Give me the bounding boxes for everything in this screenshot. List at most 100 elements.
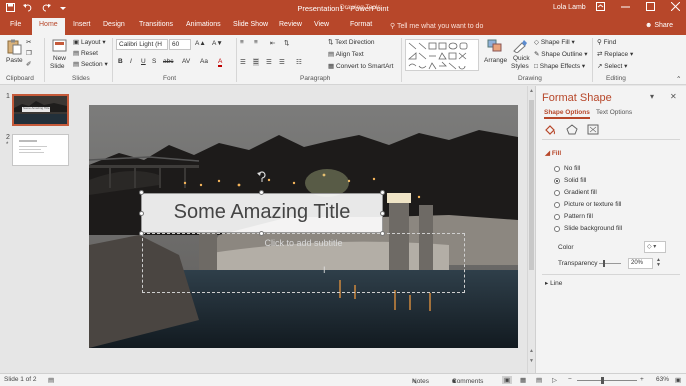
indent-icon[interactable]: ⇤ xyxy=(270,39,275,47)
normal-view-icon[interactable]: ▣ xyxy=(502,376,513,384)
previous-slide-icon[interactable]: ▲ xyxy=(529,348,534,354)
fill-section-toggle[interactable]: ◢ Fill xyxy=(545,149,561,157)
zoom-slider-thumb[interactable] xyxy=(601,377,604,384)
tab-shape-options[interactable]: Shape Options xyxy=(544,109,590,119)
character-spacing-button[interactable]: AV xyxy=(182,58,190,65)
paste-button[interactable]: Paste xyxy=(6,57,23,64)
transparency-slider[interactable] xyxy=(599,263,621,264)
slide-title[interactable]: Some Amazing Title xyxy=(142,201,382,224)
resize-handle[interactable] xyxy=(380,231,385,236)
radio-button[interactable] xyxy=(554,225,560,232)
font-size-box[interactable]: 60 xyxy=(169,39,191,50)
tab-format[interactable]: Format xyxy=(350,21,372,28)
shapes-gallery[interactable] xyxy=(405,39,479,71)
align-center-icon[interactable]: ☰ xyxy=(253,58,259,66)
find-button[interactable]: ⚲ Find xyxy=(597,38,616,46)
fill-option-no-fill[interactable]: No fill xyxy=(554,165,580,172)
paste-icon[interactable] xyxy=(6,39,22,55)
radio-button[interactable] xyxy=(554,213,560,220)
slide-canvas[interactable]: Click to add subtitle Some Amazing Title… xyxy=(89,105,518,348)
replace-button[interactable]: ⇄ Replace ▾ xyxy=(597,50,633,58)
resize-handle[interactable] xyxy=(139,190,144,195)
format-painter-icon[interactable]: ✐ xyxy=(26,60,31,68)
font-color-button[interactable]: A xyxy=(218,58,223,67)
radio-button[interactable] xyxy=(554,177,560,184)
slide-sorter-icon[interactable]: ▦ xyxy=(520,376,526,384)
vertical-scrollbar[interactable]: ▲ ▲ ▼ xyxy=(527,86,535,373)
numbering-icon[interactable]: ≡ xyxy=(254,39,258,46)
slide-thumbnail-1[interactable]: Some Amazing Title xyxy=(12,94,69,126)
new-slide-label-1[interactable]: New xyxy=(53,55,66,62)
pane-options-icon[interactable]: ▾ xyxy=(650,92,654,101)
resize-handle[interactable] xyxy=(259,190,264,195)
section-button[interactable]: ▤ Section ▾ xyxy=(73,60,108,68)
tab-text-options[interactable]: Text Options xyxy=(596,109,632,116)
title-textbox[interactable]: Some Amazing Title xyxy=(141,193,383,233)
columns-icon[interactable]: ☷ xyxy=(296,58,302,66)
subtitle-placeholder[interactable]: Click to add subtitle xyxy=(142,233,465,293)
text-direction-button[interactable]: ⇅ Text Direction xyxy=(328,38,375,46)
zoom-slider[interactable] xyxy=(577,380,637,381)
layout-button[interactable]: ▣ Layout ▾ xyxy=(73,38,106,46)
align-text-button[interactable]: ▤ Align Text xyxy=(328,50,364,58)
tab-home[interactable]: Home xyxy=(32,18,65,35)
arrange-icon[interactable] xyxy=(487,39,503,53)
select-button[interactable]: ↗ Select ▾ xyxy=(597,62,627,70)
spelling-icon[interactable]: ▤ xyxy=(48,376,54,384)
ribbon-display-icon[interactable] xyxy=(596,2,605,13)
radio-button[interactable] xyxy=(554,189,560,196)
resize-handle[interactable] xyxy=(380,211,385,216)
share-button[interactable]: ☻ Share xyxy=(645,22,673,29)
close-icon[interactable] xyxy=(670,1,681,13)
radio-button[interactable] xyxy=(554,201,560,208)
fill-option-slide-background[interactable]: Slide background fill xyxy=(554,225,622,232)
copy-icon[interactable]: ❐ xyxy=(26,49,32,57)
bullets-icon[interactable]: ≡ xyxy=(240,39,244,46)
underline-button[interactable]: U xyxy=(141,58,146,65)
convert-smartart-button[interactable]: ▦ Convert to SmartArt xyxy=(328,62,393,70)
shape-fill-button[interactable]: ◇ Shape Fill ▾ xyxy=(534,38,575,46)
font-name-box[interactable]: Calibri Light (H xyxy=(116,39,168,50)
zoom-level[interactable]: 63% xyxy=(656,376,669,383)
arrange-button[interactable]: Arrange xyxy=(484,57,507,64)
transparency-input[interactable]: 20% xyxy=(628,258,653,269)
resize-handle[interactable] xyxy=(139,211,144,216)
tab-design[interactable]: Design xyxy=(103,21,125,28)
tab-slide-show[interactable]: Slide Show xyxy=(233,21,268,28)
minimize-icon[interactable] xyxy=(621,2,630,13)
strikethrough-button[interactable]: abc xyxy=(163,58,173,65)
tab-file[interactable]: File xyxy=(10,21,21,28)
close-pane-icon[interactable]: ✕ xyxy=(670,92,677,101)
shape-outline-button[interactable]: ✎ Shape Outline ▾ xyxy=(534,50,588,58)
quick-styles-label-2[interactable]: Styles xyxy=(511,63,529,70)
collapse-ribbon-icon[interactable]: ⌃ xyxy=(676,75,681,83)
tab-insert[interactable]: Insert xyxy=(73,21,91,28)
spinner-icon[interactable]: ▲ ▼ xyxy=(656,258,661,268)
shrink-font-icon[interactable]: A▼ xyxy=(212,40,223,47)
color-picker[interactable]: ◇ ▾ xyxy=(644,241,666,253)
zoom-out-icon[interactable]: − xyxy=(568,376,572,383)
slideshow-icon[interactable]: ▷ xyxy=(552,376,557,384)
shadow-button[interactable]: S xyxy=(152,58,156,65)
resize-handle[interactable] xyxy=(380,190,385,195)
new-slide-label-2[interactable]: Slide xyxy=(50,63,64,70)
reset-button[interactable]: ▤ Reset xyxy=(73,49,98,57)
grow-font-icon[interactable]: A▲ xyxy=(195,40,206,47)
size-properties-icon[interactable] xyxy=(587,124,599,135)
scrollbar-thumb[interactable] xyxy=(529,100,534,270)
align-left-icon[interactable]: ☰ xyxy=(240,58,246,66)
fill-option-picture[interactable]: Picture or texture fill xyxy=(554,201,621,208)
radio-button[interactable] xyxy=(554,165,560,172)
fill-option-pattern[interactable]: Pattern fill xyxy=(554,213,593,220)
fill-line-icon[interactable] xyxy=(544,124,556,135)
zoom-in-icon[interactable]: + xyxy=(640,376,644,383)
resize-handle[interactable] xyxy=(259,231,264,236)
tab-view[interactable]: View xyxy=(314,21,329,28)
tab-review[interactable]: Review xyxy=(279,21,302,28)
line-section-toggle[interactable]: ▸ Line xyxy=(545,279,562,287)
user-name[interactable]: Lola Lamb xyxy=(553,4,586,11)
bold-button[interactable]: B xyxy=(118,58,123,65)
next-slide-icon[interactable]: ▼ xyxy=(529,358,534,364)
quick-styles-label-1[interactable]: Quick xyxy=(513,55,530,62)
change-case-button[interactable]: Aa xyxy=(200,58,208,65)
